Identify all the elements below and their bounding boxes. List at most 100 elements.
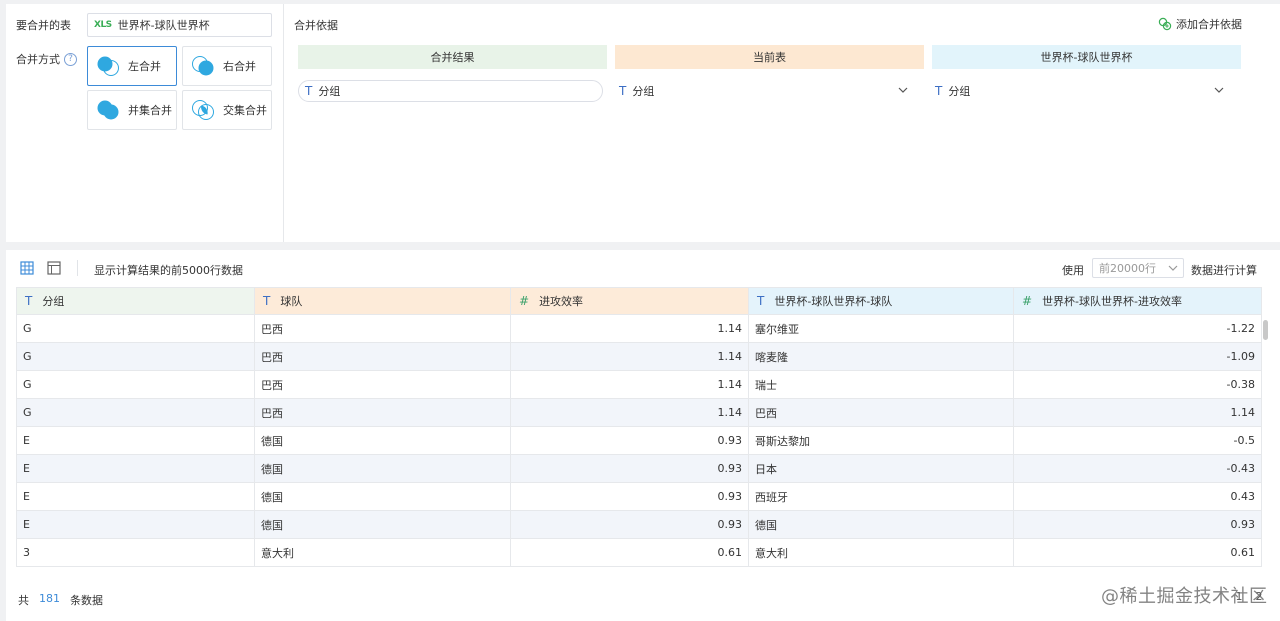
column-header-label: 进攻效率 [539, 295, 584, 308]
text-type-icon: T [263, 294, 271, 308]
add-merge-basis-button[interactable]: 添加合并依据 [1158, 16, 1242, 32]
current-field-value: 分组 [632, 85, 655, 98]
cell-other-attack-efficiency: 0.43 [1013, 482, 1262, 511]
cell-team: 巴西 [254, 398, 511, 427]
result-field-value: 分组 [318, 85, 341, 98]
cell-attack-efficiency: 0.61 [510, 538, 749, 567]
cell-other-attack-efficiency: -0.5 [1013, 426, 1262, 455]
basis-header-current: 当前表 [615, 45, 924, 69]
cell-team: 德国 [254, 482, 511, 511]
cell-attack-efficiency: 1.14 [510, 370, 749, 399]
merge-table-select[interactable]: XLS 世界杯-球队世界杯 [87, 13, 272, 37]
table-header-row: T 分组 T 球队 # 进攻效率 T 世界杯-球队世界杯-球队 # 世界杯-球队世界杯-进… [16, 287, 1262, 315]
right-join-icon [192, 56, 214, 76]
left-join-icon [97, 56, 119, 76]
intersect-join-label: 交集合并 [223, 104, 267, 117]
column-header-label: 球队 [280, 295, 303, 308]
merge-table-label: 要合并的表 [16, 19, 71, 32]
use-label: 使用 [1062, 264, 1084, 277]
column-header[interactable]: T 世界杯-球队世界杯-球队 [748, 287, 1014, 315]
text-type-icon: T [25, 294, 33, 308]
cell-other-team: 德国 [748, 510, 1014, 539]
cell-group: G [16, 342, 255, 371]
cell-other-team: 西班牙 [748, 482, 1014, 511]
cell-team: 意大利 [254, 538, 511, 567]
column-header-label: 分组 [42, 295, 65, 308]
cell-group: E [16, 426, 255, 455]
cell-other-attack-efficiency: 0.93 [1013, 510, 1262, 539]
cell-other-team: 巴西 [748, 398, 1014, 427]
cell-team: 巴西 [254, 342, 511, 371]
merge-settings-left: 要合并的表 XLS 世界杯-球队世界杯 合并方式 ? 左合并 右合并 并集合并 … [6, 4, 284, 242]
cell-other-attack-efficiency: -0.43 [1013, 454, 1262, 483]
cell-other-team: 塞尔维亚 [748, 314, 1014, 343]
cell-other-team: 日本 [748, 454, 1014, 483]
row-limit-select[interactable]: 前20000行 [1092, 258, 1184, 278]
total-prefix: 共 [18, 594, 29, 607]
intersect-join-icon [192, 100, 214, 120]
cell-attack-efficiency: 0.93 [510, 454, 749, 483]
table-row: E 德国 0.93 哥斯达黎加 -0.5 [16, 426, 1262, 455]
total-count: 181 [39, 592, 60, 605]
table-row: G 巴西 1.14 喀麦隆 -1.09 [16, 342, 1262, 371]
table-row: G 巴西 1.14 瑞士 -0.38 [16, 370, 1262, 399]
cell-other-attack-efficiency: -1.22 [1013, 314, 1262, 343]
cell-attack-efficiency: 0.93 [510, 426, 749, 455]
table-row: G 巴西 1.14 塞尔维亚 -1.22 [16, 314, 1262, 343]
right-join-label: 右合并 [223, 60, 256, 73]
excel-file-icon: XLS [94, 20, 112, 30]
cell-other-team: 瑞士 [748, 370, 1014, 399]
total-records: 共 181 条数据 [18, 592, 103, 608]
right-join-button[interactable]: 右合并 [182, 46, 272, 86]
cell-other-attack-efficiency: -0.38 [1013, 370, 1262, 399]
column-header[interactable]: # 进攻效率 [510, 287, 749, 315]
table-row: 3 意大利 0.61 意大利 0.61 [16, 538, 1262, 567]
other-field-value: 分组 [948, 85, 971, 98]
number-type-icon: # [1022, 294, 1033, 308]
cell-attack-efficiency: 1.14 [510, 342, 749, 371]
text-type-icon: T [757, 294, 765, 308]
merge-table-value: 世界杯-球队世界杯 [117, 19, 210, 32]
text-type-icon: T [935, 84, 943, 98]
cell-other-attack-efficiency: -1.09 [1013, 342, 1262, 371]
union-join-icon [97, 100, 119, 120]
vertical-scrollbar[interactable] [1263, 320, 1268, 340]
column-header[interactable]: T 分组 [16, 287, 255, 315]
column-header-label: 世界杯-球队世界杯-进攻效率 [1042, 295, 1183, 308]
result-field-input[interactable]: T 分组 [298, 80, 603, 102]
column-header[interactable]: # 世界杯-球队世界杯-进攻效率 [1013, 287, 1262, 315]
merge-basis-section: 合并依据 添加合并依据 合并结果 当前表 世界杯-球队世界杯 T 分组 T 分组… [284, 4, 1280, 242]
left-join-button[interactable]: 左合并 [87, 46, 177, 86]
chevron-down-icon [898, 87, 908, 93]
cell-attack-efficiency: 1.14 [510, 398, 749, 427]
merge-config-panel: 要合并的表 XLS 世界杯-球队世界杯 合并方式 ? 左合并 右合并 并集合并 … [6, 4, 1280, 242]
table-row: E 德国 0.93 西班牙 0.43 [16, 482, 1262, 511]
current-field-select[interactable]: T 分组 [613, 80, 915, 102]
cell-other-attack-efficiency: 1.14 [1013, 398, 1262, 427]
table-row: E 德国 0.93 日本 -0.43 [16, 454, 1262, 483]
cell-group: 3 [16, 538, 255, 567]
merge-basis-label: 合并依据 [294, 19, 338, 32]
union-join-label: 并集合并 [128, 104, 172, 117]
cell-other-team: 喀麦隆 [748, 342, 1014, 371]
union-join-button[interactable]: 并集合并 [87, 90, 177, 130]
column-header[interactable]: T 球队 [254, 287, 511, 315]
basis-header-other: 世界杯-球队世界杯 [932, 45, 1241, 69]
cell-group: G [16, 370, 255, 399]
layout-view-icon[interactable] [47, 261, 61, 275]
basis-header-result: 合并结果 [298, 45, 607, 69]
other-field-select[interactable]: T 分组 [929, 80, 1231, 102]
column-header-label: 世界杯-球队世界杯-球队 [774, 295, 893, 308]
intersect-join-button[interactable]: 交集合并 [182, 90, 272, 130]
chevron-down-icon [1168, 265, 1178, 271]
total-suffix: 条数据 [70, 594, 103, 607]
cell-team: 巴西 [254, 314, 511, 343]
text-type-icon: T [619, 84, 627, 98]
toolbar-divider [77, 260, 78, 276]
cell-group: E [16, 482, 255, 511]
cell-other-team: 意大利 [748, 538, 1014, 567]
help-icon[interactable]: ? [64, 52, 77, 66]
cell-other-attack-efficiency: 0.61 [1013, 538, 1262, 567]
data-preview-panel: 显示计算结果的前5000行数据 使用 前20000行 数据进行计算 T 分组 T球… [6, 250, 1280, 621]
table-view-icon[interactable] [20, 261, 34, 275]
